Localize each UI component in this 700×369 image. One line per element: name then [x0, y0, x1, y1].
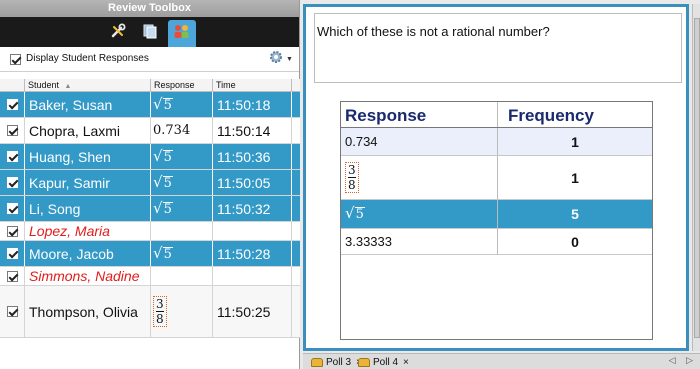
student-response	[151, 267, 213, 285]
frequency-response: 38	[341, 156, 498, 199]
chevron-down-icon: ▼	[286, 55, 293, 63]
gear-icon	[268, 49, 284, 70]
frequency-row[interactable]: 0.734 1	[341, 128, 652, 156]
student-name: Chopra, Laxmi	[25, 118, 151, 143]
class-responses-tab[interactable]	[168, 20, 196, 47]
response-time: 11:50:36	[213, 144, 292, 169]
row-checkbox[interactable]	[6, 177, 18, 188]
response-time: 11:50:32	[213, 196, 292, 221]
students-group-icon	[173, 23, 191, 44]
row-checkbox[interactable]	[6, 99, 18, 110]
row-checkbox[interactable]	[6, 125, 18, 136]
frequency-count: 0	[571, 233, 579, 250]
row-checkbox[interactable]	[6, 225, 18, 237]
table-row[interactable]: Li, Song √ 5 11:50:32	[0, 196, 300, 222]
frequency-table-header: Response Frequency	[341, 102, 652, 128]
student-name: Huang, Shen	[25, 144, 151, 169]
table-row[interactable]: Simmons, Nadine	[0, 267, 300, 286]
response-time	[213, 222, 292, 240]
student-name: Moore, Jacob	[25, 241, 151, 266]
student-name: Lopez, Maria	[25, 222, 151, 240]
row-checkbox[interactable]	[6, 270, 18, 282]
tab-poll-3[interactable]: Poll 3 ×	[311, 355, 362, 369]
frequency-table: Response Frequency 0.734 1 38 1 √ 5 5 3.3…	[340, 101, 653, 340]
student-name: Baker, Susan	[25, 92, 151, 117]
response-time: 11:50:18	[213, 92, 292, 117]
document-tab-bar: Poll 3 × Poll 4 × ◁ ▷	[303, 353, 700, 369]
row-checkbox[interactable]	[6, 203, 18, 214]
student-response: √ 5	[151, 144, 213, 169]
settings-menu[interactable]: ▼	[268, 49, 294, 70]
student-name: Kapur, Samir	[25, 170, 151, 195]
frequency-count: 1	[571, 169, 579, 186]
frequency-header: Frequency	[507, 106, 594, 125]
student-response	[151, 222, 213, 240]
table-row[interactable]: Lopez, Maria	[0, 222, 300, 241]
table-row[interactable]: Chopra, Laxmi 0.734 11:50:14	[0, 118, 300, 144]
response-header: Response	[341, 102, 498, 127]
table-row[interactable]: Huang, Shen √ 5 11:50:36	[0, 144, 300, 170]
frequency-row[interactable]: √ 5 5	[341, 200, 652, 229]
response-time: 11:50:28	[213, 241, 292, 266]
documents-icon	[142, 23, 158, 44]
close-icon[interactable]: ×	[403, 357, 409, 368]
sort-ascending-icon: ▲	[64, 83, 72, 90]
response-time	[213, 267, 292, 285]
send-documents-tab[interactable]	[136, 22, 164, 44]
student-response: 38	[151, 286, 213, 337]
table-row[interactable]: Thompson, Olivia 38 11:50:25	[0, 286, 300, 338]
display-responses-label: Display Student Responses	[26, 53, 149, 64]
response-column-header[interactable]: Response	[151, 79, 213, 91]
student-response: √ 5	[151, 92, 213, 117]
checkbox-column-header	[0, 79, 25, 91]
poll-icon	[358, 357, 370, 367]
student-response: √ 5	[151, 241, 213, 266]
response-time: 11:50:05	[213, 170, 292, 195]
student-name: Simmons, Nadine	[25, 267, 151, 285]
display-responses-checkbox[interactable]	[10, 54, 21, 65]
frequency-count: 5	[571, 206, 579, 222]
scrollbar-thumb[interactable]	[694, 18, 700, 338]
toolbox-title: Review Toolbox	[0, 0, 299, 17]
student-response: 0.734	[151, 118, 213, 143]
vertical-scrollbar[interactable]	[692, 4, 700, 351]
student-response: √ 5	[151, 170, 213, 195]
row-checkbox[interactable]	[6, 151, 18, 162]
tab-label: Poll 3	[326, 356, 352, 368]
tab-label: Poll 4	[373, 356, 399, 368]
tools-tab[interactable]	[104, 22, 132, 44]
row-checkbox[interactable]	[6, 306, 18, 317]
table-header: Student ▲ Response Time	[0, 79, 300, 92]
student-name: Li, Song	[25, 196, 151, 221]
review-toolbox: Review Toolbox Display Student Responses…	[0, 0, 300, 369]
student-name: Thompson, Olivia	[25, 286, 151, 337]
question-text: Which of these is not a rational number?	[314, 13, 682, 83]
toolbox-tab-bar	[0, 17, 299, 47]
student-responses-table: Student ▲ Response Time Baker, Susan √ 5 …	[0, 79, 300, 338]
frequency-response: 0.734	[341, 128, 498, 155]
student-column-header[interactable]: Student ▲	[25, 79, 151, 91]
frequency-count: 1	[571, 133, 579, 150]
poll-icon	[311, 357, 323, 367]
frequency-row[interactable]: 3.33333 0	[341, 229, 652, 255]
table-row[interactable]: Baker, Susan √ 5 11:50:18	[0, 92, 300, 118]
tab-scroll-arrows[interactable]: ◁ ▷	[669, 355, 697, 366]
table-row[interactable]: Kapur, Samir √ 5 11:50:05	[0, 170, 300, 196]
student-response: √ 5	[151, 196, 213, 221]
poll-document: Which of these is not a rational number?…	[303, 4, 689, 351]
time-column-header[interactable]: Time	[213, 79, 292, 91]
frequency-row[interactable]: 38 1	[341, 156, 652, 200]
frequency-response: √ 5	[341, 200, 498, 228]
toolbox-options: Display Student Responses ▼	[0, 47, 299, 72]
tab-poll-4[interactable]: Poll 4 ×	[358, 355, 409, 369]
table-row[interactable]: Moore, Jacob √ 5 11:50:28	[0, 241, 300, 267]
response-time: 11:50:25	[213, 286, 292, 337]
frequency-response: 3.33333	[341, 229, 498, 254]
response-time: 11:50:14	[213, 118, 292, 143]
row-checkbox[interactable]	[6, 248, 18, 259]
wrench-screwdriver-icon	[110, 23, 126, 44]
